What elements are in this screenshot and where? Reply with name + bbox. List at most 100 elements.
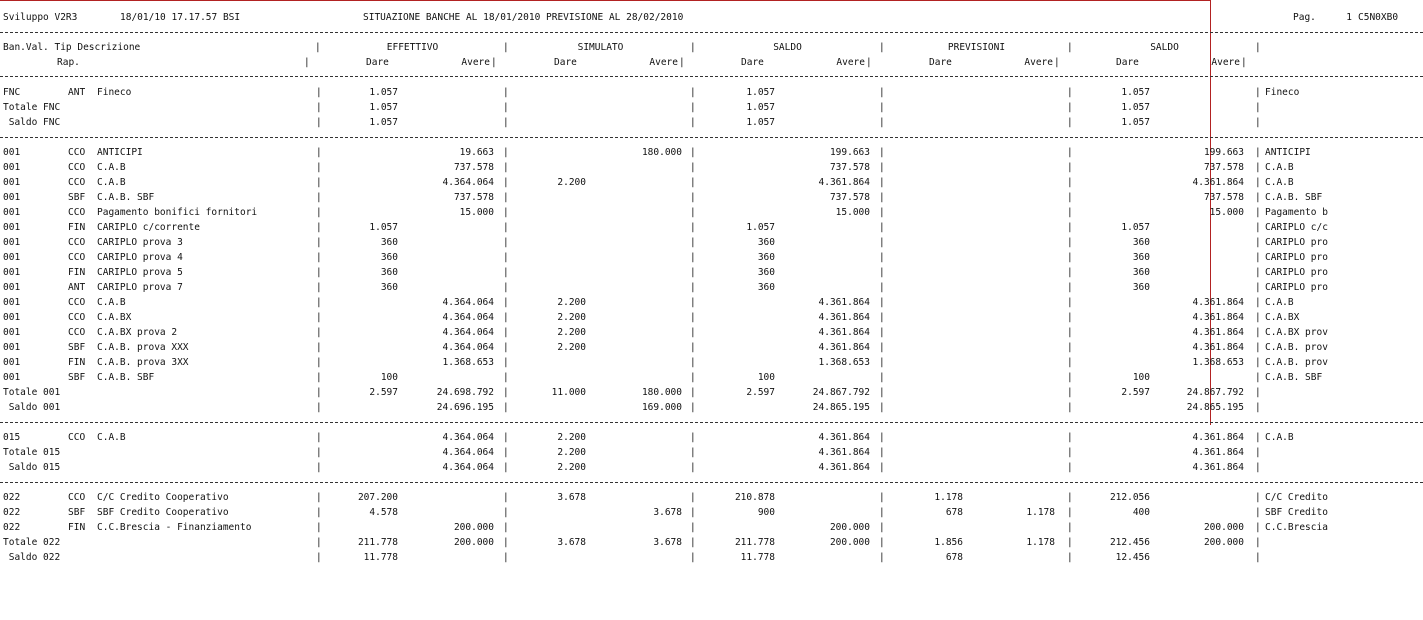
col-divider: |	[1067, 87, 1073, 98]
col-divider: |	[1255, 267, 1261, 278]
separator-line	[0, 32, 1423, 33]
col-divider: |	[690, 387, 696, 398]
col-divider: |	[316, 147, 322, 158]
amount-cell: 24.867.792	[812, 387, 870, 398]
col-divider: |	[1255, 432, 1261, 443]
amount-cell: 19.663	[459, 147, 494, 158]
col-divider: |	[879, 372, 885, 383]
amount-cell: 4.361.864	[818, 327, 870, 338]
row-bank-code: 001	[3, 252, 21, 263]
col-divider: |	[1255, 237, 1261, 248]
col-divider: |	[879, 102, 885, 113]
row-bank-code: 001	[3, 147, 21, 158]
table-row: Saldo 015 4.364.064 2.200 4.361.864 4.361.86…	[0, 460, 1423, 475]
amount-cell: 737.578	[829, 192, 870, 203]
col-divider: |	[1067, 117, 1073, 128]
row-note: C.C.Brescia	[1265, 522, 1328, 533]
amount-cell: 200.000	[829, 537, 870, 548]
row-description: CARIPLO prova 3	[97, 237, 183, 248]
col-divider: |	[1255, 492, 1261, 503]
row-note: C.A.B. prov	[1265, 342, 1328, 353]
col-divider: |	[316, 552, 322, 563]
col-divider: |	[1067, 372, 1073, 383]
row-description: Pagamento bonifici fornitori	[97, 207, 258, 218]
row-description: SBF Credito Cooperativo	[97, 507, 229, 518]
row-description: C.A.B	[97, 432, 126, 443]
table-row: 022 CCO C/C Credito Cooperativo 207.200 3.67…	[0, 490, 1423, 505]
page-label: Pag.	[1293, 12, 1316, 23]
col-divider: |	[1067, 522, 1073, 533]
row-description: CARIPLO c/corrente	[97, 222, 200, 233]
col-divider: |	[879, 522, 885, 533]
row-description: CARIPLO prova 4	[97, 252, 183, 263]
row-type: CCO	[68, 162, 86, 173]
col-divider: |	[503, 507, 509, 518]
col-divider: |	[690, 342, 696, 353]
col-divider: |	[879, 267, 885, 278]
row-note: C/C Credito	[1265, 492, 1328, 503]
table-row: 001 FIN C.A.B. prova 3XX 1.368.653 1.368.653…	[0, 355, 1423, 370]
col-divider: |	[316, 267, 322, 278]
amount-cell: 15.000	[459, 207, 494, 218]
col-divider: |	[1067, 252, 1073, 263]
row-type: CCO	[68, 237, 86, 248]
col-divider: |	[690, 522, 696, 533]
col-divider: |	[1067, 357, 1073, 368]
col-divider: |	[879, 252, 885, 263]
col-divider: |	[879, 117, 885, 128]
row-description: C.A.B	[97, 177, 126, 188]
col-divider: |	[503, 282, 509, 293]
amount-cell: 4.361.864	[1192, 177, 1244, 188]
amount-cell: 360	[380, 267, 398, 278]
row-bank-code: 001	[3, 267, 21, 278]
column-header-row-2: Rap. | Dare Avere | Dare Avere | Dare Av…	[0, 55, 1423, 70]
col-divider: |	[879, 402, 885, 413]
col-divider: |	[1255, 42, 1261, 53]
col-divider: |	[503, 162, 509, 173]
col-divider: |	[690, 102, 696, 113]
col-divider: |	[316, 117, 322, 128]
row-note: C.A.B	[1265, 297, 1294, 308]
col-divider: |	[316, 327, 322, 338]
row-note: CARIPLO pro	[1265, 252, 1328, 263]
row-description: C/C Credito Cooperativo	[97, 492, 229, 503]
row-type: CCO	[68, 492, 86, 503]
amount-cell: 3.678	[653, 507, 682, 518]
col-divider: |	[690, 162, 696, 173]
col-divider: |	[316, 432, 322, 443]
col-divider: |	[503, 252, 509, 263]
col-divider: |	[879, 342, 885, 353]
col-divider: |	[1067, 552, 1073, 563]
col-divider: |	[879, 237, 885, 248]
row-note: C.A.BX prov	[1265, 327, 1328, 338]
amount-cell: 1.178	[1026, 507, 1055, 518]
amount-cell: 180.000	[641, 387, 682, 398]
amount-cell: 360	[380, 252, 398, 263]
report-page: Sviluppo V2R3 18/01/10 17.17.57 BSI SITU…	[0, 0, 1423, 620]
row-type: CCO	[68, 147, 86, 158]
col-divider: |	[503, 552, 509, 563]
amount-cell: 678	[945, 507, 963, 518]
separator-line	[0, 482, 1423, 483]
amount-cell: 737.578	[1203, 192, 1244, 203]
col-avere: Avere	[461, 57, 490, 68]
col-divider: |	[1255, 177, 1261, 188]
amount-cell: 4.361.864	[818, 447, 870, 458]
amount-cell: 1.057	[746, 87, 775, 98]
row-type: FIN	[68, 357, 86, 368]
col-divider: |	[1255, 297, 1261, 308]
col-divider: |	[503, 402, 509, 413]
col-divider: |	[503, 87, 509, 98]
amount-cell: 1.057	[1121, 117, 1150, 128]
col-divider: |	[503, 267, 509, 278]
amount-cell: 1.057	[746, 102, 775, 113]
amount-cell: 4.364.064	[442, 297, 494, 308]
col-divider: |	[503, 342, 509, 353]
col-divider: |	[1054, 57, 1060, 68]
row-bank-code: Saldo FNC	[3, 117, 61, 128]
col-divider: |	[1255, 537, 1261, 548]
row-note: C.A.B. prov	[1265, 357, 1328, 368]
amount-cell: 360	[757, 237, 775, 248]
amount-cell: 4.361.864	[1192, 327, 1244, 338]
amount-cell: 24.865.195	[812, 402, 870, 413]
